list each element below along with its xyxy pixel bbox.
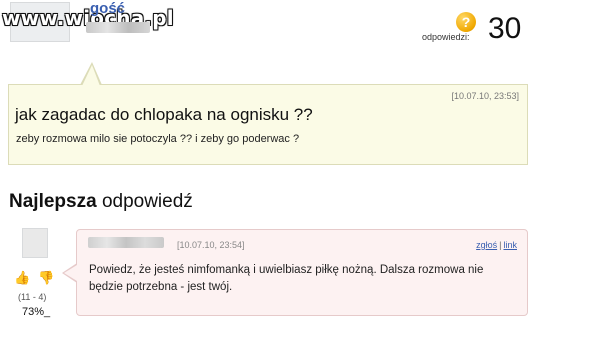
thumbs-down-icon[interactable]: 👎: [38, 270, 54, 286]
vote-count: (11 - 4): [18, 292, 47, 302]
vote-buttons: 👍 👎: [12, 270, 62, 290]
thumbs-up-icon[interactable]: 👍: [14, 270, 30, 286]
answer-date: [10.07.10, 23:54]: [177, 240, 245, 250]
blurred-asker-info: [86, 22, 150, 33]
answer-bubble-tail-fill: [64, 265, 77, 281]
best-answer-heading-bold: Najlepsza: [9, 191, 97, 212]
answer-links: zgłoś | link: [476, 240, 517, 250]
question-box: [10.07.10, 23:53] jak zagadac do chlopak…: [8, 84, 528, 165]
answerer-avatar: [22, 228, 48, 258]
asker-name[interactable]: gość: [90, 0, 125, 17]
vote-percent: 73%_: [22, 306, 51, 318]
permalink[interactable]: link: [503, 240, 517, 250]
question-title: jak zagadac do chlopaka na ognisku ??: [15, 105, 313, 124]
best-answer-heading-rest: odpowiedź: [101, 191, 193, 212]
question-text: zeby rozmowa milo sie potoczyla ?? i zeb…: [16, 133, 300, 145]
question-bubble-tail-fill: [82, 65, 100, 86]
answer-text: Powiedz, że jesteś nimfomanką i uwielbia…: [89, 264, 484, 293]
link-separator: |: [499, 240, 502, 250]
best-answer-heading: Najlepsza odpowiedź: [9, 191, 193, 213]
question-mark-icon: ?: [456, 12, 476, 32]
answers-count: 30: [488, 12, 522, 45]
blurred-answerer-name: [88, 237, 164, 248]
report-link[interactable]: zgłoś: [476, 240, 497, 250]
question-date: [10.07.10, 23:53]: [451, 91, 519, 101]
answers-label: odpowiedzi:: [422, 32, 470, 42]
